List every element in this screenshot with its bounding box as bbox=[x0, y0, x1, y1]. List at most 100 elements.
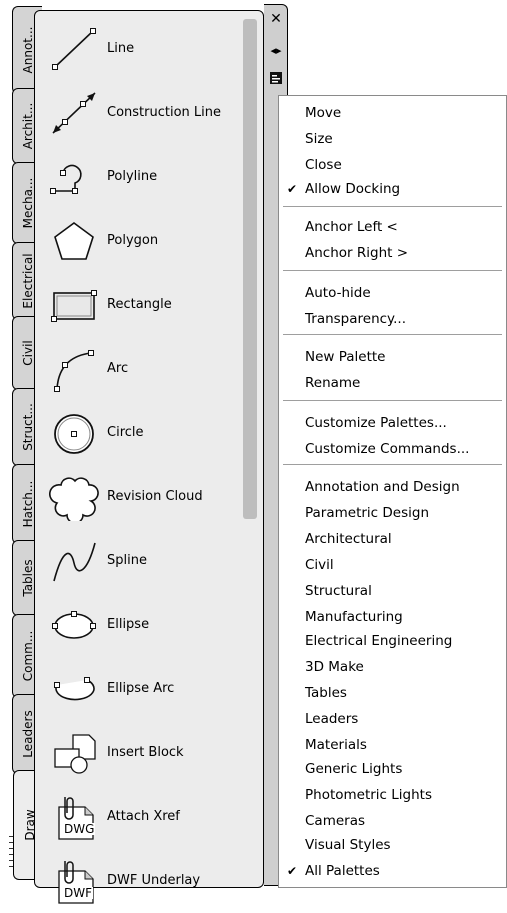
menu-item-label: Visual Styles bbox=[305, 837, 391, 853]
menu-item-size[interactable]: Size bbox=[279, 126, 506, 152]
menu-item-photometric-lights[interactable]: Photometric Lights bbox=[279, 782, 506, 808]
palette-tab-label: Hatch... bbox=[20, 480, 35, 528]
scrollbar-thumb[interactable] bbox=[243, 19, 257, 519]
scrollbar[interactable] bbox=[243, 19, 257, 881]
tool-label: Polygon bbox=[107, 233, 159, 248]
palette-tab-label: Struct... bbox=[20, 403, 35, 451]
menu-item-label: Manufacturing bbox=[305, 609, 403, 625]
tool-label: Revision Cloud bbox=[107, 489, 203, 504]
tool-construction-line[interactable]: Construction Line bbox=[35, 81, 240, 145]
checkmark-icon: ✔ bbox=[287, 182, 298, 196]
tool-label: Construction Line bbox=[107, 105, 221, 120]
menu-item-label: Anchor Left < bbox=[305, 219, 398, 235]
file-type-badge: DWG bbox=[63, 822, 96, 836]
auto-hide-icon[interactable]: ◂▸ bbox=[268, 43, 284, 59]
menu-item-label: Rename bbox=[305, 375, 361, 391]
menu-item-customize-palettes[interactable]: Customize Palettes... bbox=[279, 410, 506, 436]
menu-item-generic-lights[interactable]: Generic Lights bbox=[279, 756, 506, 782]
menu-item-visual-styles[interactable]: Visual Styles bbox=[279, 832, 506, 858]
tool-label: Line bbox=[107, 41, 135, 56]
palette-tab-label: Mecha... bbox=[20, 177, 35, 229]
close-icon[interactable]: ✕ bbox=[268, 11, 284, 27]
menu-item-all-palettes[interactable]: ✔ All Palettes bbox=[279, 858, 506, 884]
menu-item-label: Architectural bbox=[305, 531, 392, 547]
menu-item-civil[interactable]: Civil bbox=[279, 552, 506, 578]
palette-tab-label: Annot... bbox=[20, 26, 35, 74]
menu-item-manufacturing[interactable]: Manufacturing bbox=[279, 604, 506, 630]
checkmark-icon: ✔ bbox=[287, 864, 298, 878]
file-type-badge: DWF bbox=[63, 886, 94, 900]
menu-item-rename[interactable]: Rename bbox=[279, 370, 506, 396]
menu-separator bbox=[283, 270, 502, 271]
tool-palette: Line Construction Line Polyline Polygon Rect… bbox=[34, 10, 264, 904]
menu-item-label: Civil bbox=[305, 557, 334, 573]
menu-separator bbox=[283, 206, 502, 207]
tool-label: Insert Block bbox=[107, 745, 184, 760]
menu-separator bbox=[283, 400, 502, 401]
menu-item-customize-commands[interactable]: Customize Commands... bbox=[279, 436, 506, 462]
tool-label: Ellipse Arc bbox=[107, 681, 175, 696]
menu-item-label: Tables bbox=[305, 685, 347, 701]
menu-item-transparency[interactable]: Transparency... bbox=[279, 306, 506, 332]
properties-icon[interactable] bbox=[268, 71, 284, 87]
menu-item-label: Materials bbox=[305, 737, 367, 753]
menu-item-label: Customize Commands... bbox=[305, 441, 470, 457]
menu-item-materials[interactable]: Materials bbox=[279, 732, 506, 758]
menu-item-label: Close bbox=[305, 157, 342, 173]
menu-item-label: Photometric Lights bbox=[305, 787, 432, 803]
menu-item-label: Structural bbox=[305, 583, 372, 599]
menu-item-parametric-design[interactable]: Parametric Design bbox=[279, 500, 506, 526]
menu-separator bbox=[283, 334, 502, 335]
menu-item-label: All Palettes bbox=[305, 863, 380, 879]
palette-tab-label: Electrical bbox=[20, 253, 35, 309]
tool-spline[interactable]: Spline bbox=[35, 529, 240, 593]
tool-label: Spline bbox=[107, 553, 147, 568]
menu-item-label: Anchor Right > bbox=[305, 245, 409, 261]
menu-item-move[interactable]: Move bbox=[279, 100, 506, 126]
tool-ellipse[interactable]: Ellipse bbox=[35, 593, 240, 657]
menu-item-label: Cameras bbox=[305, 813, 366, 829]
menu-item-close[interactable]: Close bbox=[279, 152, 506, 178]
menu-item-annotation-and-design[interactable]: Annotation and Design bbox=[279, 474, 506, 500]
menu-item-3d-make[interactable]: 3D Make bbox=[279, 654, 506, 680]
menu-item-label: Allow Docking bbox=[305, 181, 401, 197]
palette-context-menu: Move Size Close ✔ Allow Docking Anchor Left <… bbox=[278, 95, 507, 888]
menu-item-allow-docking[interactable]: ✔ Allow Docking bbox=[279, 176, 506, 202]
tool-attach-xref[interactable]: DWG Attach Xref bbox=[35, 785, 240, 849]
tool-label: Rectangle bbox=[107, 297, 172, 312]
tool-circle[interactable]: Circle bbox=[35, 401, 240, 465]
tool-label: Attach Xref bbox=[107, 809, 180, 824]
menu-item-label: Generic Lights bbox=[305, 761, 403, 777]
menu-separator bbox=[283, 464, 502, 465]
menu-item-architectural[interactable]: Architectural bbox=[279, 526, 506, 552]
menu-item-label: New Palette bbox=[305, 349, 386, 365]
menu-item-tables[interactable]: Tables bbox=[279, 680, 506, 706]
menu-item-label: Auto-hide bbox=[305, 285, 371, 301]
tool-dwf-underlay[interactable]: DWF DWF Underlay bbox=[35, 849, 240, 913]
tool-label: Circle bbox=[107, 425, 144, 440]
tool-ellipse-arc[interactable]: Ellipse Arc bbox=[35, 657, 240, 721]
menu-item-cameras[interactable]: Cameras bbox=[279, 808, 506, 834]
menu-item-new-palette[interactable]: New Palette bbox=[279, 344, 506, 370]
tool-rectangle[interactable]: Rectangle bbox=[35, 273, 240, 337]
menu-item-anchor-right[interactable]: Anchor Right > bbox=[279, 240, 506, 266]
menu-item-label: Transparency... bbox=[305, 311, 406, 327]
tool-label: Arc bbox=[107, 361, 129, 376]
tool-label: Polyline bbox=[107, 169, 158, 184]
palette-tab-label: Comm... bbox=[20, 630, 35, 682]
menu-item-label: Electrical Engineering bbox=[305, 633, 453, 649]
menu-item-auto-hide[interactable]: Auto-hide bbox=[279, 280, 506, 306]
tool-line[interactable]: Line bbox=[35, 17, 240, 81]
tool-polygon[interactable]: Polygon bbox=[35, 209, 240, 273]
tool-revision-cloud[interactable]: Revision Cloud bbox=[35, 465, 240, 529]
tool-insert-block[interactable]: Insert Block bbox=[35, 721, 240, 785]
menu-item-electrical-engineering[interactable]: Electrical Engineering bbox=[279, 628, 506, 654]
menu-item-leaders[interactable]: Leaders bbox=[279, 706, 506, 732]
menu-item-anchor-left[interactable]: Anchor Left < bbox=[279, 214, 506, 240]
palette-tab-label: Civil bbox=[20, 340, 35, 366]
palette-tab-label: Tables bbox=[20, 559, 35, 597]
tool-polyline[interactable]: Polyline bbox=[35, 145, 240, 209]
menu-item-label: Size bbox=[305, 131, 333, 147]
menu-item-structural[interactable]: Structural bbox=[279, 578, 506, 604]
tool-arc[interactable]: Arc bbox=[35, 337, 240, 401]
